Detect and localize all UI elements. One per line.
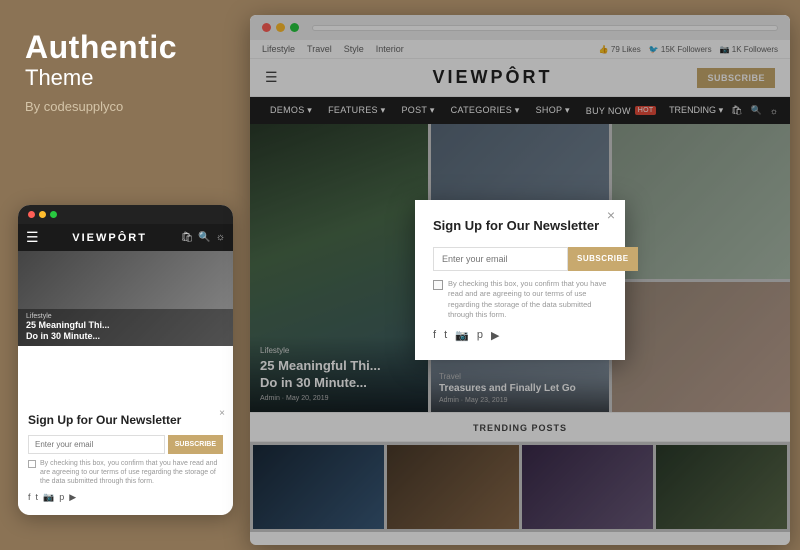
newsletter-checkbox-row: By checking this box, you confirm that y… [433,279,607,321]
browser-mockup: Lifestyle Travel Style Interior 👍 79 Lik… [250,15,790,545]
mobile-terms-checkbox[interactable] [28,460,36,468]
mobile-social-icons: f t 📷 p ▶ [28,492,223,503]
mobile-email-row: SUBSCRIBE [28,435,223,454]
mobile-bag-icon: 🛍 [181,232,194,243]
newsletter-twitter-icon: t [444,329,447,341]
newsletter-terms-text: By checking this box, you confirm that y… [448,279,607,321]
newsletter-email-row: SUBSCRIBE [433,247,607,271]
newsletter-pinterest-icon: p [477,329,483,341]
mobile-logo: VIEWPÔRT [72,232,147,244]
newsletter-facebook-icon: f [433,329,436,341]
newsletter-title: Sign Up for Our Newsletter [433,218,607,235]
mobile-pinterest-icon: p [59,492,64,503]
mobile-hamburger-icon: ☰ [26,229,39,246]
mobile-facebook-icon: f [28,492,31,503]
mobile-youtube-icon: ▶ [69,492,76,503]
mobile-topbar [18,205,233,224]
mobile-newsletter-popup: × Sign Up for Our Newsletter SUBSCRIBE B… [18,403,233,515]
mobile-checkbox-row: By checking this box, you confirm that y… [28,459,223,486]
newsletter-subscribe-button[interactable]: SUBSCRIBE [568,247,638,271]
mobile-newsletter-close-button[interactable]: × [219,408,225,419]
newsletter-overlay: × Sign Up for Our Newsletter SUBSCRIBE B… [250,15,790,545]
mobile-dot-red [28,211,35,218]
mobile-nav-icons: 🛍 🔍 ☼ [181,232,225,243]
mobile-nav: ☰ VIEWPÔRT 🛍 🔍 ☼ [18,224,233,251]
mobile-newsletter-title: Sign Up for Our Newsletter [28,413,223,429]
mobile-instagram-icon: 📷 [43,492,54,503]
mobile-twitter-icon: t [36,492,39,503]
mobile-dot-green [50,211,57,218]
mobile-terms-text: By checking this box, you confirm that y… [40,459,223,486]
theme-title: Authentic Theme [25,30,220,91]
mobile-email-input[interactable] [28,435,165,454]
newsletter-social-icons: f t 📷 p ▶ [433,329,607,342]
newsletter-instagram-icon: 📷 [455,329,469,342]
newsletter-terms-checkbox[interactable] [433,280,443,290]
mobile-sun-icon: ☼ [216,232,225,243]
mobile-hero-category: Lifestyle [26,313,225,320]
mobile-hero-overlay: Lifestyle 25 Meaningful Thi... Do in 30 … [18,309,233,346]
mobile-hero-title: 25 Meaningful Thi... [26,320,225,331]
mobile-dot-yellow [39,211,46,218]
newsletter-youtube-icon: ▶ [491,329,499,342]
mobile-hero: Lifestyle 25 Meaningful Thi... Do in 30 … [18,251,233,346]
newsletter-email-input[interactable] [433,247,568,271]
newsletter-modal: × Sign Up for Our Newsletter SUBSCRIBE B… [415,200,625,360]
mobile-mockup: ☰ VIEWPÔRT 🛍 🔍 ☼ Lifestyle 25 Meaningful… [18,205,233,515]
mobile-hero-subtitle: Do in 30 Minute... [26,331,225,342]
newsletter-close-button[interactable]: × [607,208,615,222]
theme-by: By codesupplyco [25,99,220,114]
mobile-subscribe-button[interactable]: SUBSCRIBE [168,435,223,454]
left-panel: Authentic Theme By codesupplyco ☰ VIEWPÔ… [0,0,245,550]
mobile-search-icon: 🔍 [198,232,210,243]
